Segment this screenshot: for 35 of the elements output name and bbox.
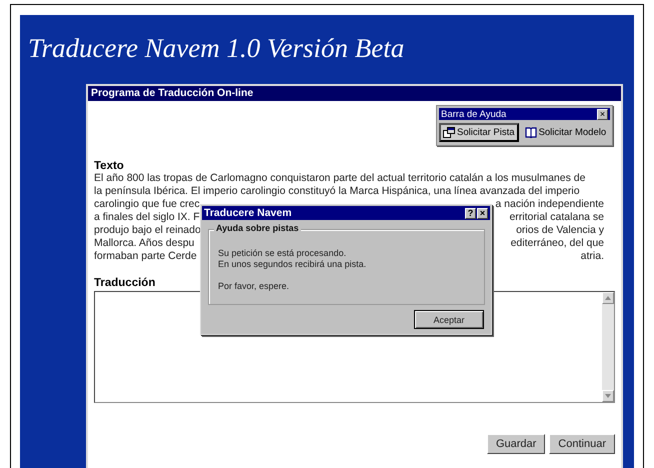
toolbar-button[interactable]: Solicitar Modelo	[522, 123, 610, 142]
action-button[interactable]: Guardar	[486, 434, 546, 454]
action-button[interactable]: Continuar	[549, 434, 615, 454]
window-title: Programa de Traducción On-line	[88, 86, 621, 101]
dialog-title: Traducere Navem	[204, 207, 292, 219]
windows-icon	[443, 127, 455, 138]
paragraph-text: la península Ibérica. El imperio carolingio constituyó la Marca Hispánica, una línea avanzada del imperio	[94, 185, 580, 198]
paragraph-text: a nación independiente	[495, 198, 604, 211]
up-arrow-icon	[605, 296, 611, 300]
paragraph-text: editerráneo, del que	[510, 237, 604, 250]
paragraph-text: carolingio que fue crec	[94, 198, 200, 211]
paragraph-text: a finales del siglo IX. F	[94, 211, 200, 224]
toolbar-title: Barra de Ayuda	[441, 108, 506, 120]
scrollbar[interactable]	[602, 292, 614, 402]
paragraph-text: orios de Valencia y	[516, 224, 604, 237]
paragraph-text: formaban parte Cerde	[94, 250, 197, 263]
section-label: Traducción	[94, 277, 156, 289]
toolbar-button[interactable]: Solicitar Pista	[439, 123, 519, 142]
help-button[interactable]: ?	[465, 208, 476, 218]
paragraph-text: El año 800 las tropas de Carlomagno conquistaron parte del actual territorio catalán a los musulmanes de	[94, 172, 586, 185]
close-button[interactable]: ×	[597, 108, 608, 120]
message-text: En unos segundos recibirá una pista.	[218, 259, 368, 270]
message-text: Por favor, espere.	[218, 281, 290, 291]
group-label: Ayuda sobre pistas	[214, 223, 301, 233]
paragraph-text: atria.	[580, 250, 604, 263]
close-button[interactable]: ×	[477, 208, 488, 218]
paragraph-text: Mallorca. Años despu	[94, 237, 194, 250]
section-label: Texto	[94, 160, 124, 172]
paragraph-text: erritorial catalana se	[509, 211, 604, 224]
ok-button[interactable]: Aceptar	[414, 310, 484, 329]
page-title: Traducere Navem 1.0 Versión Beta	[28, 33, 406, 65]
message-text: Su petición se está procesando.	[218, 248, 348, 259]
book-icon	[524, 127, 537, 138]
paragraph-text: produjo bajo el reinado	[94, 224, 201, 237]
down-arrow-icon	[605, 394, 611, 398]
